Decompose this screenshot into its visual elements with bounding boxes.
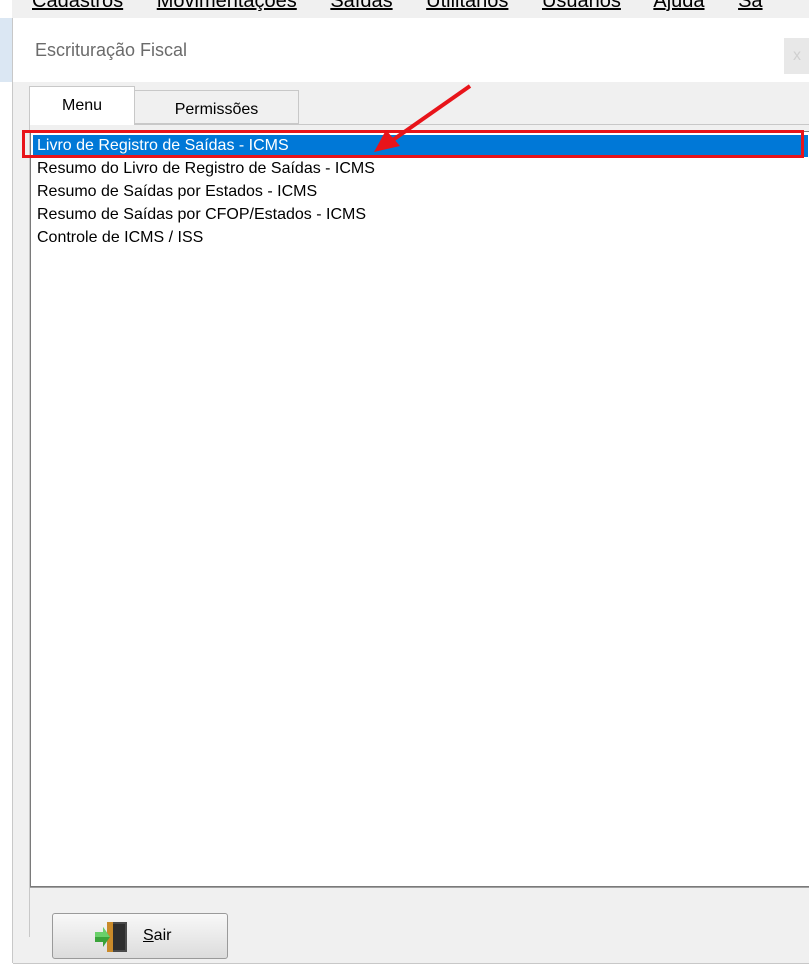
list-item-resumo-livro-registro[interactable]: Resumo do Livro de Registro de Saídas - … xyxy=(37,158,375,180)
parent-window-edge xyxy=(0,0,12,963)
report-list[interactable]: Livro de Registro de Saídas - ICMS Resum… xyxy=(30,131,809,887)
list-item-resumo-cfop-estados[interactable]: Resumo de Saídas por CFOP/Estados - ICMS xyxy=(37,204,366,226)
menu-ajuda[interactable]: Ajuda xyxy=(653,0,704,12)
menu-cadastros[interactable]: Cadastros xyxy=(32,0,123,12)
title-bar: Escrituração Fiscal x xyxy=(13,18,809,82)
menu-bar: Cadastros Movimentações Saídas Utilitári… xyxy=(12,0,809,19)
menu-sa[interactable]: Sa xyxy=(738,0,762,12)
tab-menu[interactable]: Menu xyxy=(29,86,135,125)
menu-panel: Livro de Registro de Saídas - ICMS Resum… xyxy=(29,125,809,959)
menu-movimentacoes[interactable]: Movimentações xyxy=(157,0,297,12)
parent-window-accent xyxy=(0,18,12,82)
sair-button[interactable]: Sair xyxy=(52,913,228,959)
exit-door-icon xyxy=(93,920,129,959)
menu-utilitarios[interactable]: Utilitários xyxy=(426,0,508,12)
sair-label: Sair xyxy=(143,927,172,944)
window-title: Escrituração Fiscal xyxy=(35,40,188,60)
list-item-controle-icms-iss[interactable]: Controle de ICMS / ISS xyxy=(37,227,203,249)
footer-divider xyxy=(30,887,809,888)
list-item-resumo-estados[interactable]: Resumo de Saídas por Estados - ICMS xyxy=(37,181,317,203)
menu-saidas[interactable]: Saídas xyxy=(330,0,392,12)
tab-permissoes[interactable]: Permissões xyxy=(135,90,299,124)
annotation-arrow-icon xyxy=(374,84,472,152)
close-button[interactable]: x xyxy=(784,38,809,74)
menu-usuarios[interactable]: Usuários xyxy=(542,0,621,12)
